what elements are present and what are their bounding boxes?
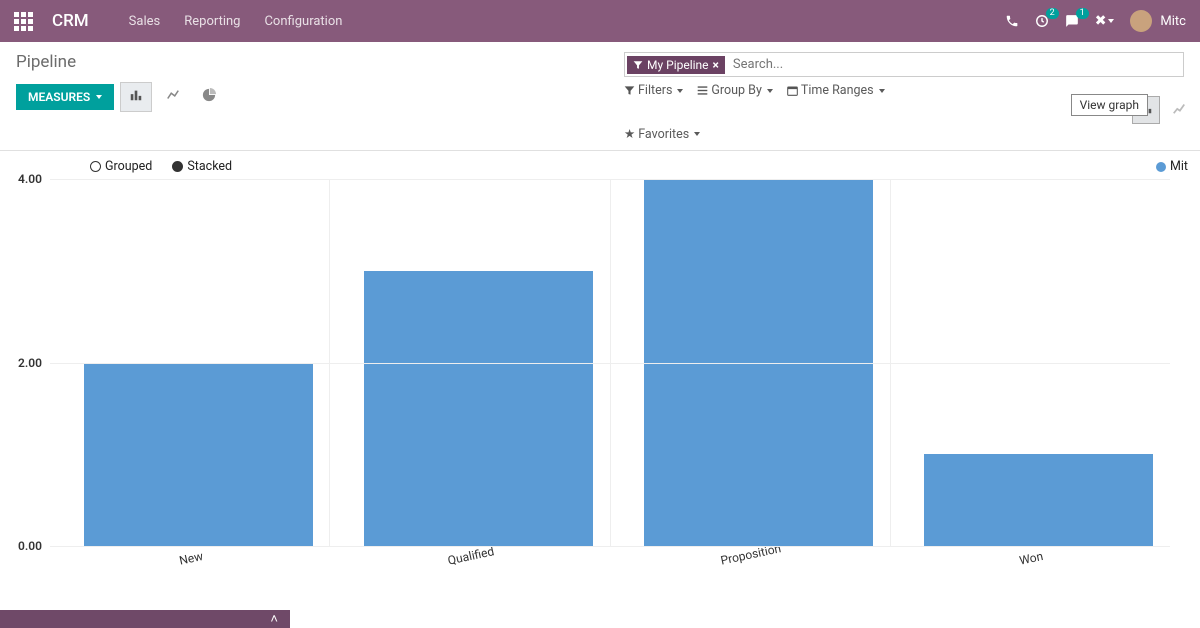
chart-bar[interactable] <box>84 363 313 547</box>
active-filter-label: My Pipeline <box>647 58 709 72</box>
chart-area: Grouped Stacked Mit NewQualifiedProposit… <box>50 161 1170 591</box>
user-menu[interactable]: Mitc <box>1130 10 1186 32</box>
measures-label: MEASURES <box>28 90 90 104</box>
tools-icon[interactable]: ✖ <box>1095 13 1115 29</box>
breadcrumb: Pipeline <box>16 52 624 72</box>
messages-icon[interactable]: 1 <box>1065 14 1079 28</box>
y-tick: 4.00 <box>6 172 42 186</box>
chart-mode-legend: Grouped Stacked <box>90 159 232 174</box>
nav-sales[interactable]: Sales <box>129 14 161 29</box>
apps-icon[interactable] <box>14 12 32 30</box>
measures-button[interactable]: MEASURES <box>16 84 114 110</box>
star-icon: ★ <box>624 126 635 142</box>
activities-badge: 2 <box>1046 8 1059 19</box>
chart-pie-button[interactable] <box>194 83 224 111</box>
avatar-icon <box>1130 10 1152 32</box>
activities-icon[interactable]: 2 <box>1035 14 1049 28</box>
series-label: Mit <box>1170 159 1188 174</box>
control-panel: Pipeline MEASURES My Pipeline × <box>0 42 1200 151</box>
nav-reporting[interactable]: Reporting <box>184 14 240 29</box>
calendar-icon <box>787 85 798 96</box>
messages-badge: 1 <box>1076 8 1089 19</box>
phone-icon[interactable] <box>1005 14 1019 28</box>
favorites-dropdown[interactable]: ★ Favorites <box>624 126 700 142</box>
timeranges-dropdown[interactable]: Time Ranges <box>787 83 885 98</box>
view-graph-tooltip: View graph <box>1071 94 1148 116</box>
chevron-up-icon: ˄ <box>270 611 278 627</box>
chart-series-legend: Mit <box>1156 159 1188 174</box>
caret-down-icon <box>96 95 102 99</box>
search-box[interactable]: My Pipeline × <box>624 52 1184 77</box>
chart-plot: NewQualifiedPropositionWon 0.002.004.00 <box>50 179 1170 547</box>
x-tick: Won <box>1018 549 1044 568</box>
list-icon <box>697 85 708 96</box>
filters-dropdown[interactable]: Filters <box>624 83 683 98</box>
search-input[interactable] <box>727 53 1183 76</box>
y-tick: 0.00 <box>6 539 42 553</box>
chart-line-button[interactable] <box>158 83 188 111</box>
app-name: CRM <box>52 11 89 31</box>
remove-filter-icon[interactable]: × <box>713 58 719 72</box>
x-tick: Qualified <box>446 544 495 567</box>
chart-bar[interactable] <box>364 271 593 546</box>
groupby-dropdown[interactable]: Group By <box>697 83 772 98</box>
funnel-icon <box>633 60 643 70</box>
chart-bar[interactable] <box>924 454 1153 546</box>
chart-bar-button[interactable] <box>120 82 152 112</box>
y-tick: 2.00 <box>6 356 42 370</box>
view-pivot-icon[interactable] <box>1166 97 1192 123</box>
nav-configuration[interactable]: Configuration <box>264 14 342 29</box>
mode-grouped[interactable]: Grouped <box>90 159 152 174</box>
footer-panel[interactable]: ˄ <box>0 610 290 628</box>
x-tick: New <box>178 549 204 568</box>
active-filter-tag: My Pipeline × <box>627 56 725 74</box>
series-color-icon <box>1156 162 1166 172</box>
funnel-icon <box>624 85 635 96</box>
top-navbar: CRM Sales Reporting Configuration 2 1 ✖ … <box>0 0 1200 42</box>
user-name: Mitc <box>1160 14 1186 29</box>
mode-stacked[interactable]: Stacked <box>172 159 232 174</box>
